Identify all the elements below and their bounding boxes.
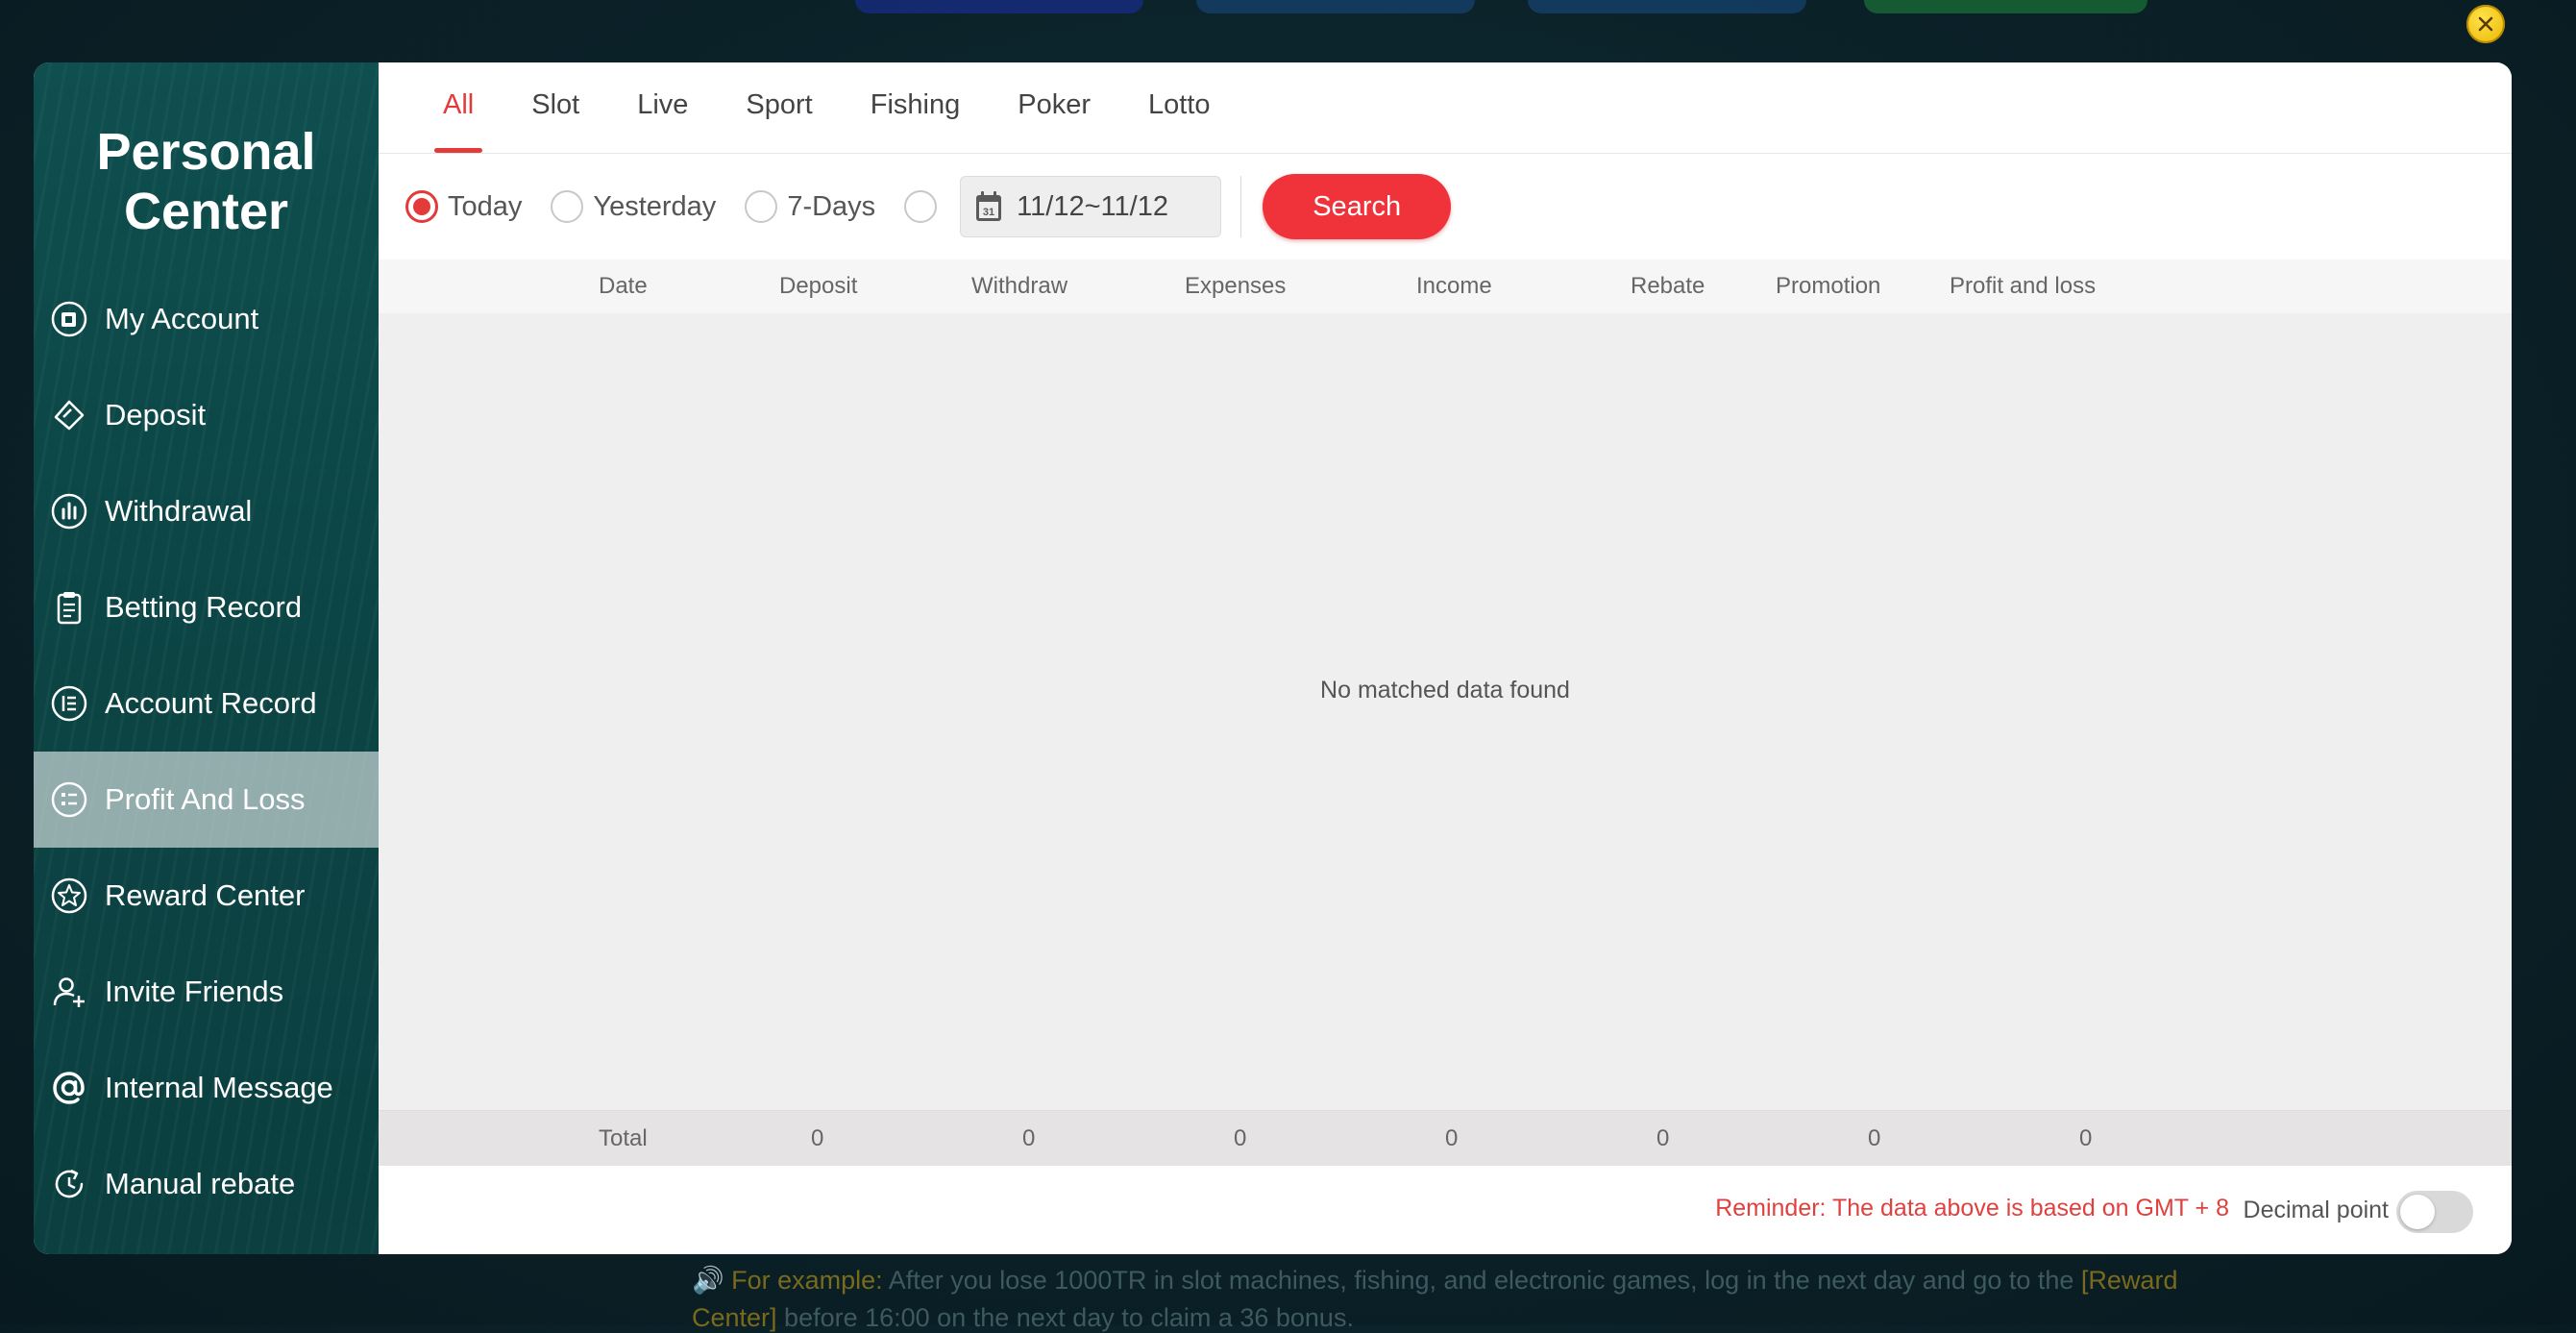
total-income: 0 [1445, 1124, 1459, 1151]
sidebar-item-account-record[interactable]: Account Record [34, 655, 379, 752]
column-header-profit-and-loss: Profit and loss [1950, 273, 2097, 299]
column-header-income: Income [1416, 273, 1492, 299]
sidebar-item-profit-and-loss[interactable]: Profit And Loss [34, 752, 379, 848]
sidebar-item-reward-center[interactable]: Reward Center [34, 848, 379, 944]
radio-label: 7-Days [787, 190, 876, 222]
column-header-promotion: Promotion [1776, 273, 1881, 299]
sidebar-item-withdrawal[interactable]: Withdrawal [34, 463, 379, 559]
radio-dot [904, 190, 938, 223]
divider [1240, 176, 1242, 237]
search-button[interactable]: Search [1263, 174, 1452, 239]
rebate-icon [50, 1165, 88, 1203]
sidebar-item-deposit[interactable]: Deposit [34, 367, 379, 463]
calendar-icon: 31 [976, 191, 1002, 221]
backdrop-pill [1864, 0, 2147, 13]
sidebar-item-label: Internal Message [105, 1071, 333, 1104]
timezone-reminder: Reminder: The data above is based on GMT… [1715, 1195, 2229, 1222]
radio-dot [405, 190, 438, 223]
backdrop-pill [1528, 0, 1806, 13]
table-header: Date Deposit Withdraw Expenses Income Re… [379, 259, 2512, 313]
date-range-picker[interactable]: 31 11/12~11/12 [960, 176, 1222, 237]
sidebar-item-betting-record[interactable]: Betting Record [34, 559, 379, 655]
close-button[interactable] [2466, 5, 2505, 43]
total-promotion: 0 [1868, 1124, 1881, 1151]
total-rebate: 0 [1656, 1124, 1670, 1151]
radio-7-days[interactable]: 7-Days [745, 190, 875, 223]
deposit-icon [50, 396, 88, 434]
tab-sport[interactable]: Sport [737, 62, 821, 153]
decimal-point-label: Decimal point [2243, 1197, 2389, 1223]
radio-yesterday[interactable]: Yesterday [551, 190, 716, 223]
panel-footer: Reminder: The data above is based on GMT… [379, 1166, 2512, 1254]
sidebar-item-label: Withdrawal [105, 494, 253, 528]
backdrop-pill [1196, 0, 1475, 13]
personal-center-modal: Personal Center My Account Deposit Withd… [34, 62, 2512, 1254]
radio-label: Yesterday [593, 190, 717, 222]
tab-fishing[interactable]: Fishing [862, 62, 969, 153]
add-user-icon [50, 973, 88, 1011]
profit-loss-panel: All Slot Live Sport Fishing Poker Lotto … [379, 62, 2512, 1254]
column-header-date: Date [599, 273, 648, 299]
sidebar-item-invite-friends[interactable]: Invite Friends [34, 944, 379, 1040]
account-icon [50, 300, 88, 338]
total-row: Total 0 0 0 0 0 0 0 [379, 1110, 2512, 1166]
clipboard-icon [50, 588, 88, 627]
radio-dot [745, 190, 778, 223]
sidebar-item-label: Invite Friends [105, 975, 284, 1008]
tab-slot[interactable]: Slot [523, 62, 588, 153]
sidebar-item-my-account[interactable]: My Account [34, 271, 379, 367]
column-header-rebate: Rebate [1631, 273, 1705, 299]
sidebar-item-label: Manual rebate [105, 1167, 296, 1200]
sidebar: Personal Center My Account Deposit Withd… [34, 62, 379, 1254]
sidebar-item-label: Reward Center [105, 878, 306, 912]
game-type-tabs: All Slot Live Sport Fishing Poker Lotto [379, 62, 2512, 154]
total-withdraw: 0 [1022, 1124, 1036, 1151]
tab-live[interactable]: Live [628, 62, 697, 153]
empty-state-message: No matched data found [1320, 677, 1570, 704]
sidebar-item-label: Betting Record [105, 590, 303, 624]
ledger-icon [50, 684, 88, 723]
total-label: Total [599, 1124, 648, 1151]
at-icon [50, 1069, 88, 1107]
close-icon [2478, 16, 2493, 32]
table-body: No matched data found [379, 313, 2512, 1110]
date-range-value: 11/12~11/12 [1017, 190, 1168, 222]
total-expenses: 0 [1234, 1124, 1247, 1151]
column-header-withdraw: Withdraw [971, 273, 1068, 299]
radio-today[interactable]: Today [405, 190, 522, 223]
sidebar-item-label: Deposit [105, 398, 207, 432]
sidebar-item-label: Profit And Loss [105, 782, 306, 816]
backdrop-note-line2: Center] before 16:00 on the next day to … [692, 1303, 1354, 1332]
decimal-point-toggle[interactable] [2396, 1191, 2473, 1233]
sidebar-menu: My Account Deposit Withdrawal Betting Re… [34, 271, 379, 1232]
sidebar-item-label: Account Record [105, 686, 317, 720]
backdrop-pill [855, 0, 1143, 13]
sidebar-item-manual-rebate[interactable]: Manual rebate [34, 1136, 379, 1232]
star-icon [50, 876, 88, 915]
radio-label: Today [448, 190, 523, 222]
tab-all[interactable]: All [434, 62, 483, 153]
tab-poker[interactable]: Poker [1009, 62, 1099, 153]
withdrawal-icon [50, 492, 88, 531]
sidebar-title: Personal Center [96, 123, 316, 240]
total-deposit: 0 [811, 1124, 824, 1151]
radio-dot [551, 190, 584, 223]
svg-text:31: 31 [983, 207, 994, 218]
total-profit-and-loss: 0 [2079, 1124, 2093, 1151]
radio-custom-range[interactable] [904, 190, 946, 223]
backdrop-note-line1: 🔊 For example: After you lose 1000TR in … [692, 1266, 2178, 1295]
column-header-deposit: Deposit [779, 273, 858, 299]
date-filter-bar: Today Yesterday 7-Days 31 11/12~11/12 Se… [379, 154, 2512, 259]
column-header-expenses: Expenses [1185, 273, 1287, 299]
sidebar-item-internal-message[interactable]: Internal Message [34, 1040, 379, 1136]
tab-lotto[interactable]: Lotto [1140, 62, 1219, 153]
sidebar-item-label: My Account [105, 302, 259, 335]
profit-loss-icon [50, 780, 88, 819]
